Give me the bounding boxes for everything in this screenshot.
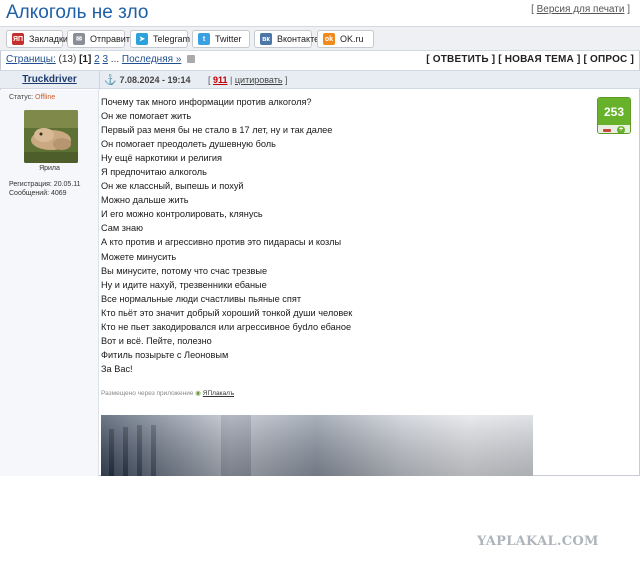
app-icon: ◉ (195, 390, 201, 397)
share-button-2[interactable]: ➤ Telegram (130, 30, 191, 48)
avatar-caption: Ярила (39, 165, 60, 172)
topic-title: Алкоголь не зло (6, 2, 149, 23)
author-name[interactable]: Truckdriver (0, 74, 99, 85)
share-button-1[interactable]: ✉ Отправить (67, 30, 135, 48)
topic-title-bar: Алкоголь не зло [ Версия для печати ] (0, 0, 640, 27)
post-body: Статус: Offline Ярила Регистрация: 20.05… (0, 90, 640, 476)
share-button-5[interactable]: ok OK.ru (317, 30, 374, 48)
share-bar: ЯП Закладки ✉ Отправить ➤ Telegram t Twitter вк В… (0, 27, 640, 51)
share-button-label: Закладки (29, 34, 68, 44)
rate-minus-button[interactable] (603, 128, 611, 132)
twitter-icon: t (198, 33, 210, 45)
share-button-label: Telegram (153, 34, 191, 44)
post-text-line: Вы минусите, потому что счас трезвые (101, 265, 268, 276)
reply-count[interactable]: 911 (213, 75, 228, 85)
pages-ellipsis: ... (110, 54, 120, 65)
post-photo-image (101, 415, 533, 476)
post-text-line: Можно дальше жить (101, 195, 189, 206)
post-anchor-icon[interactable]: ⚓ (104, 75, 116, 86)
share-button-3[interactable]: t Twitter (192, 30, 250, 48)
page-2-link[interactable]: 2 (94, 54, 100, 65)
post-text-line: И его можно контролировать, клянусь (101, 209, 263, 220)
telegram-icon: ➤ (136, 33, 148, 45)
topic-actions: [ ОТВЕТИТЬ ] [ НОВАЯ ТЕМА ] [ ОПРОС ] (426, 54, 634, 65)
current-page: [1] (79, 54, 92, 65)
registration-date: Регистрация: 20.05.11 (9, 181, 81, 188)
odnoklassniki-icon: ok (323, 33, 335, 45)
avatar-image (24, 110, 78, 163)
share-button-label: Вконтакте (277, 34, 320, 44)
new-topic-button[interactable]: НОВАЯ ТЕМА (505, 54, 574, 65)
post-header: Truckdriver ⚓ 7.08.2024 - 19:14 [ 911 | ц… (0, 70, 640, 90)
print-version-link[interactable]: Версия для печати (537, 4, 625, 15)
user-status: Статус: Offline (9, 94, 55, 101)
posted-via: Размещено через приложение ◉ ЯПлакалъ (101, 389, 234, 397)
post-rating: 253 + (597, 97, 631, 134)
rating-controls: + (598, 125, 630, 133)
poll-button[interactable]: ОПРОС (590, 54, 628, 65)
post-text-line: А кто против и агрессивно против это пид… (101, 237, 342, 248)
share-button-4[interactable]: вк Вконтакте (254, 30, 319, 48)
share-button-label: Отправить (90, 34, 135, 44)
status-value: Offline (35, 94, 56, 101)
post-text-line: Ну и идите нахуй, трезвенники ебаные (101, 279, 267, 290)
pages-label[interactable]: Страницы: (6, 54, 56, 65)
post-text-line: Кто пьёт это значит добрый хороший тонко… (101, 307, 353, 318)
user-registration: Регистрация: 20.05.11 Сообщений: 4069 (9, 180, 81, 198)
yaplakal-bookmark-icon: ЯП (12, 33, 24, 45)
share-button-label: Twitter (215, 34, 242, 44)
share-button-0[interactable]: ЯП Закладки (6, 30, 68, 48)
quote-link[interactable]: цитировать (235, 75, 283, 85)
reply-button[interactable]: ОТВЕТИТЬ (433, 54, 489, 65)
post-date: ⚓ 7.08.2024 - 19:14 (104, 75, 191, 86)
message-count: Сообщений: 4069 (9, 190, 67, 197)
post-photo[interactable] (101, 415, 533, 476)
posted-via-label: Размещено через приложение (101, 390, 194, 397)
post-text-line: Почему так много информации против алког… (101, 97, 312, 107)
post-text-line: Он же помогает жить (101, 111, 192, 122)
post-date-text: 7.08.2024 - 19:14 (119, 75, 191, 85)
post-text-line: Ну ещё наркотики и религия (101, 153, 223, 164)
post-text-line: Фитиль позырьте с Леоновым (101, 349, 229, 360)
post-text-line: Все нормальные люди счастливы пьяные спя… (101, 293, 302, 304)
post-text-line: Первый раз меня бы не стало в 17 лет, ну… (101, 125, 333, 136)
post-text-line: Он помогает преодолеть душевную боль (101, 139, 276, 150)
app-link[interactable]: ЯПлакалъ (203, 390, 234, 397)
rating-value: 253 (598, 98, 630, 125)
post-text-line: Он же классный, выпешь и похуй (101, 181, 244, 192)
pagination-row: Страницы: (13) [1] 2 3 ... Последняя » [… (0, 53, 640, 69)
envelope-icon: ✉ (73, 33, 85, 45)
post-text-line: Можете минусить (101, 251, 177, 262)
rate-plus-button[interactable]: + (617, 126, 625, 133)
pagination: Страницы: (13) [1] 2 3 ... Последняя » (6, 54, 196, 65)
post-text-line: Кто не пьет закодировался или агрессивно… (101, 321, 352, 332)
post-text-line: Сам знаю (101, 223, 144, 234)
avatar[interactable] (24, 110, 78, 163)
post-content: Почему так много информации против алког… (101, 95, 581, 376)
print-version: [ Версия для печати ] (531, 4, 630, 15)
pages-total: (13) (58, 54, 77, 65)
header-divider (99, 71, 100, 90)
vk-icon: вк (260, 33, 272, 45)
post-counters: [ 911 | цитировать ] (208, 75, 288, 85)
user-info-column: Статус: Offline Ярила Регистрация: 20.05… (0, 90, 99, 476)
page-jump-icon[interactable] (187, 55, 196, 64)
share-button-label: OK.ru (340, 34, 364, 44)
post-text-line: Вот и всё. Пейте, полезно (101, 335, 212, 346)
site-watermark: YAPLAKAL.COM (477, 534, 599, 549)
post-text-line: Я предпочитаю алкоголь (101, 167, 207, 178)
status-label: Статус: (9, 94, 34, 101)
last-page-link[interactable]: Последняя » (122, 54, 181, 65)
post-text-line: За Вас! (101, 363, 133, 374)
page-3-link[interactable]: 3 (102, 54, 108, 65)
